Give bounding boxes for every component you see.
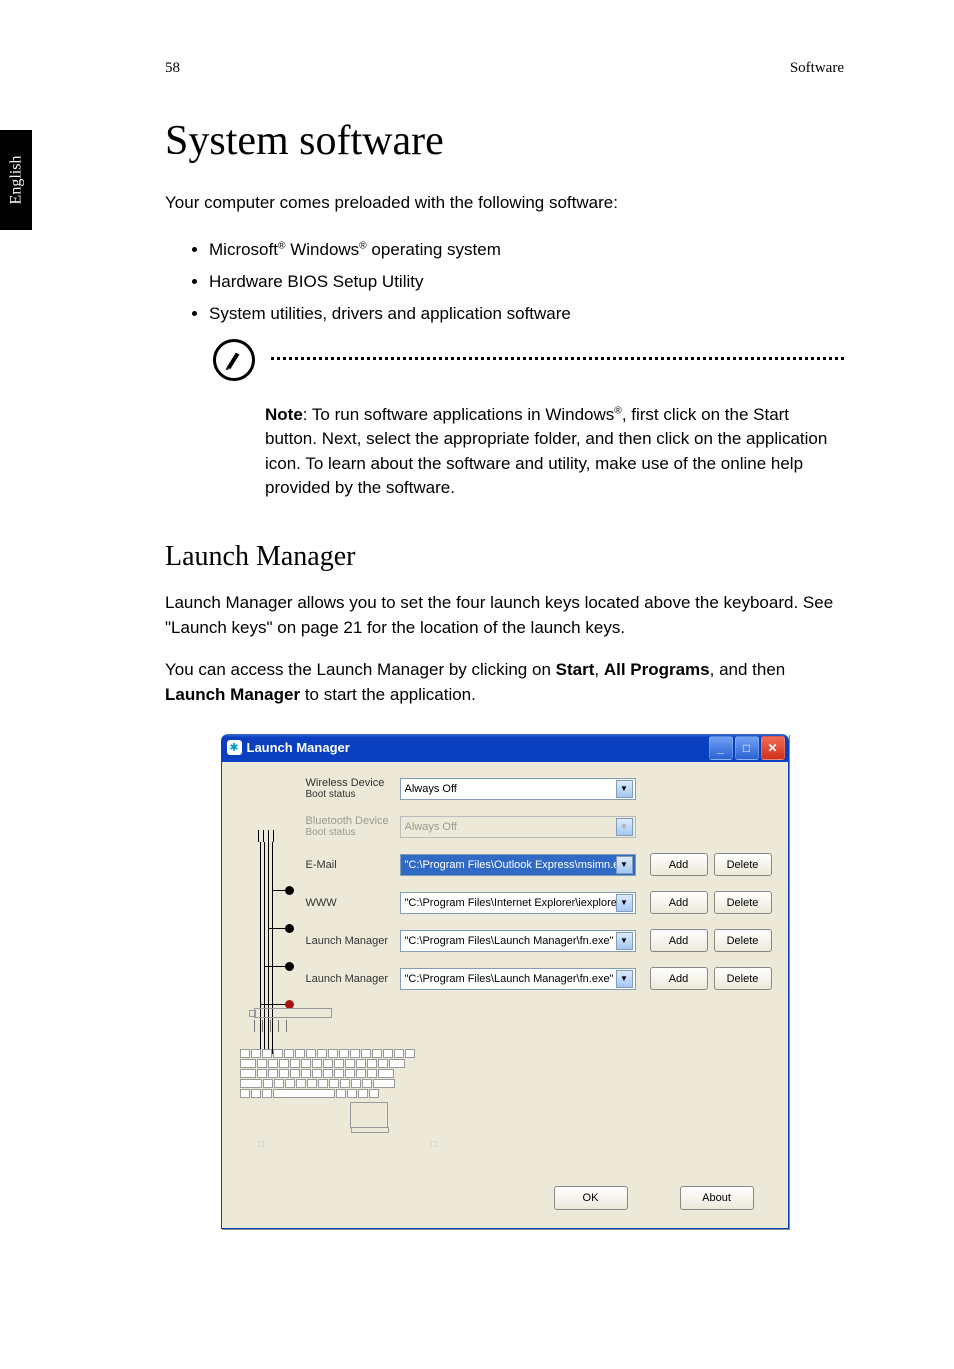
delete-button[interactable]: Delete <box>714 853 772 876</box>
delete-button[interactable]: Delete <box>714 929 772 952</box>
lm2-combo[interactable]: "C:\Program Files\Launch Manager\fn.exe"… <box>400 968 636 990</box>
chevron-down-icon[interactable]: ▼ <box>616 932 633 950</box>
launch-manager-window: ✱ Launch Manager _ □ ✕ Wireless DeviceBo… <box>221 734 789 1229</box>
minimize-button[interactable]: _ <box>709 736 733 760</box>
row-wireless: Wireless DeviceBoot status Always Off▼ <box>306 778 772 800</box>
row-www: WWW "C:\Program Files\Internet Explorer\… <box>306 892 772 914</box>
chevron-down-icon[interactable]: ▼ <box>616 856 633 874</box>
close-button[interactable]: ✕ <box>761 736 785 760</box>
chevron-down-icon[interactable]: ▼ <box>616 970 633 988</box>
lm-paragraph-2: You can access the Launch Manager by cli… <box>165 658 844 707</box>
titlebar[interactable]: ✱ Launch Manager _ □ ✕ <box>221 734 789 762</box>
wireless-label: Wireless DeviceBoot status <box>306 777 400 800</box>
add-button[interactable]: Add <box>650 853 708 876</box>
delete-button[interactable]: Delete <box>714 891 772 914</box>
row-lm2: Launch Manager "C:\Program Files\Launch … <box>306 968 772 990</box>
add-button[interactable]: Add <box>650 891 708 914</box>
row-bluetooth: Bluetooth DeviceBoot status Always Off▼ <box>306 816 772 838</box>
chevron-down-icon[interactable]: ▼ <box>616 894 633 912</box>
www-combo[interactable]: "C:\Program Files\Internet Explorer\iexp… <box>400 892 636 914</box>
list-item: Microsoft® Windows® operating system <box>209 234 844 266</box>
laptop-diagram: ⬚⬚ <box>240 1008 450 1158</box>
lm-paragraph-1: Launch Manager allows you to set the fou… <box>165 591 844 640</box>
section-title: Software <box>790 60 844 77</box>
wireless-combo[interactable]: Always Off▼ <box>400 778 636 800</box>
email-label: E-Mail <box>306 859 400 871</box>
window-title: Launch Manager <box>247 740 350 755</box>
heading-sub: Launch Manager <box>165 541 844 573</box>
add-button[interactable]: Add <box>650 967 708 990</box>
maximize-button[interactable]: □ <box>735 736 759 760</box>
www-label: WWW <box>306 897 400 909</box>
chevron-down-icon: ▼ <box>616 818 633 836</box>
add-button[interactable]: Add <box>650 929 708 952</box>
language-tab: English <box>0 130 32 230</box>
row-email: E-Mail "C:\Program Files\Outlook Express… <box>306 854 772 876</box>
lm1-label: Launch Manager <box>306 935 400 947</box>
ok-button[interactable]: OK <box>554 1186 628 1210</box>
note-text: Note: To run software applications in Wi… <box>265 403 844 502</box>
about-button[interactable]: About <box>680 1186 754 1210</box>
list-item: System utilities, drivers and applicatio… <box>209 298 844 330</box>
note-divider <box>213 345 844 381</box>
delete-button[interactable]: Delete <box>714 967 772 990</box>
row-lm1: Launch Manager "C:\Program Files\Launch … <box>306 930 772 952</box>
email-combo[interactable]: "C:\Program Files\Outlook Express\msimn.… <box>400 854 636 876</box>
app-icon: ✱ <box>227 740 242 755</box>
heading-main: System software <box>165 117 844 165</box>
lm1-combo[interactable]: "C:\Program Files\Launch Manager\fn.exe"… <box>400 930 636 952</box>
page-number: 58 <box>165 60 180 77</box>
bluetooth-combo: Always Off▼ <box>400 816 636 838</box>
list-item: Hardware BIOS Setup Utility <box>209 266 844 298</box>
chevron-down-icon[interactable]: ▼ <box>616 780 633 798</box>
bluetooth-label: Bluetooth DeviceBoot status <box>306 815 400 838</box>
software-list: Microsoft® Windows® operating system Har… <box>165 234 844 331</box>
dialog-footer: OK About <box>250 1158 772 1220</box>
note-icon <box>213 339 255 381</box>
page-header: 58 Software <box>165 60 844 77</box>
lm2-label: Launch Manager <box>306 973 400 985</box>
intro-text: Your computer comes preloaded with the f… <box>165 191 844 216</box>
